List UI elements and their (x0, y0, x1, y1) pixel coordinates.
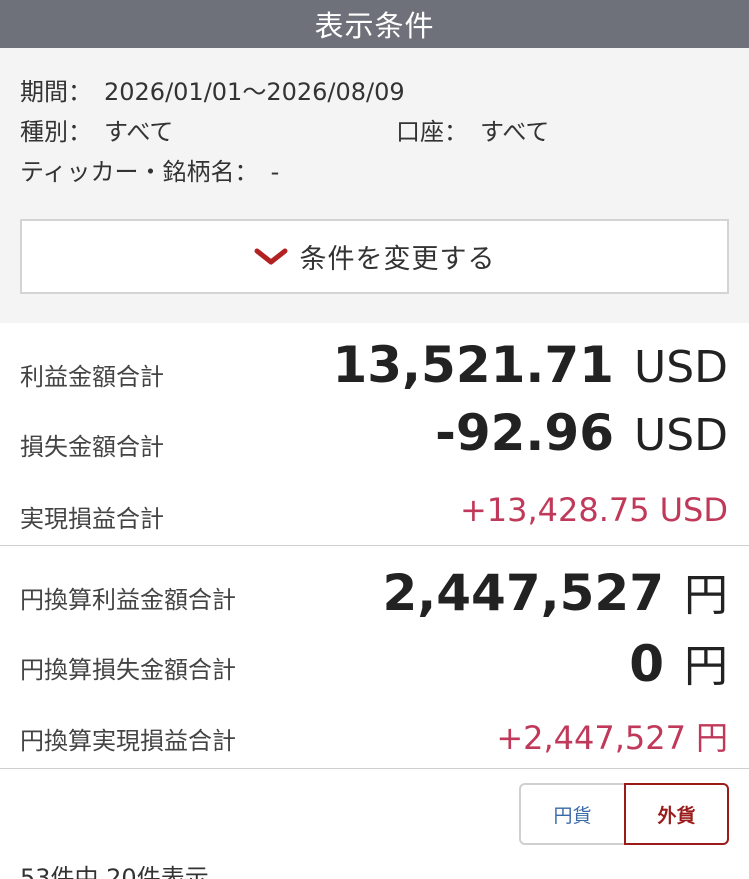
jpy-realized-value-row: +2,447,527 円 (496, 713, 728, 759)
jpy-profit-value: 2,447,527 (382, 564, 664, 622)
jpy-loss-value: 0 (629, 635, 664, 693)
usd-loss-value: -92.96 (435, 404, 614, 462)
usd-profit-label: 利益金額合計 (20, 363, 164, 391)
ticker-row: ティッカー・銘柄名： - (20, 157, 279, 187)
period-value: 2026/01/01〜2026/08/09 (104, 78, 405, 106)
usd-loss-value-row: -92.96 USD (435, 404, 728, 462)
usd-loss-label: 損失金額合計 (20, 433, 164, 461)
usd-realized-unit: USD (659, 491, 728, 529)
account-row: 口座： すべて (396, 117, 549, 147)
usd-profit-value-row: 13,521.71 USD (332, 336, 728, 394)
type-value: すべて (104, 118, 174, 146)
period-row: 期間： 2026/01/01〜2026/08/09 (20, 77, 405, 107)
jpy-profit-value-row: 2,447,527 円 (382, 559, 728, 623)
conditions-header: 表示条件 (0, 0, 749, 48)
ticker-label: ティッカー・銘柄名： (20, 158, 259, 186)
chevron-down-icon (254, 247, 288, 267)
jpy-profit-label: 円換算利益金額合計 (20, 586, 236, 614)
ticker-value: - (270, 158, 280, 186)
change-conditions-button[interactable]: 条件を変更する (20, 219, 729, 294)
jpy-profit-unit: 円 (684, 570, 728, 621)
usd-realized-value-row: +13,428.75 USD (460, 491, 728, 529)
account-value: すべて (480, 118, 550, 146)
jpy-loss-label: 円換算損失金額合計 (20, 656, 236, 684)
header-title: 表示条件 (314, 9, 435, 43)
usd-realized-value: +13,428.75 (459, 491, 650, 529)
conditions-panel: 期間： 2026/01/01〜2026/08/09 種別： すべて 口座： すべて テ… (0, 48, 749, 323)
period-label: 期間： (20, 78, 92, 106)
usd-loss-unit: USD (633, 410, 728, 461)
jpy-realized-label: 円換算実現損益合計 (20, 727, 236, 755)
usd-profit-value: 13,521.71 (332, 336, 614, 394)
section-divider (0, 545, 749, 546)
usd-profit-unit: USD (633, 342, 728, 393)
result-count: 53件中 20件表示 (20, 864, 209, 879)
toggle-yen-button[interactable]: 円貨 (519, 783, 624, 845)
type-row: 種別： すべて (20, 117, 173, 147)
section-divider (0, 768, 749, 769)
currency-toggle: 円貨 外貨 (519, 783, 729, 845)
type-label: 種別： (20, 118, 92, 146)
usd-realized-label: 実現損益合計 (20, 505, 164, 533)
change-conditions-label: 条件を変更する (299, 244, 496, 275)
jpy-realized-unit: 円 (695, 719, 728, 757)
account-label: 口座： (396, 118, 468, 146)
toggle-foreign-button[interactable]: 外貨 (624, 783, 729, 845)
jpy-realized-value: +2,447,527 (496, 719, 686, 757)
jpy-loss-value-row: 0 円 (629, 630, 728, 694)
jpy-loss-unit: 円 (684, 641, 728, 692)
